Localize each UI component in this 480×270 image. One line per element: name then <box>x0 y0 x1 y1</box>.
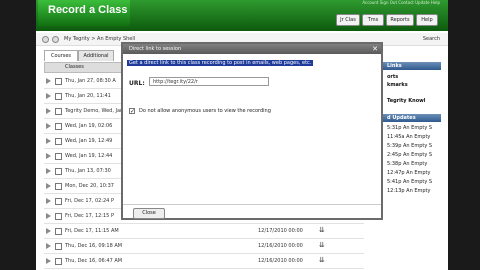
play-icon[interactable] <box>46 228 51 234</box>
back-icon[interactable] <box>42 36 49 43</box>
play-icon[interactable] <box>46 243 51 249</box>
nav-button-tms[interactable]: Tms <box>362 14 384 26</box>
play-icon[interactable] <box>46 183 51 189</box>
column-header-classes[interactable]: Classes <box>65 64 84 70</box>
links-header: Links <box>383 62 441 70</box>
sidebar-link-knowledge[interactable]: Tegrity Knowl <box>387 98 426 104</box>
forward-icon[interactable] <box>52 36 59 43</box>
row-checkbox[interactable] <box>55 168 62 175</box>
anonymous-checkbox-label: Do not allow anonymous users to view the… <box>139 108 271 114</box>
class-date: 12/16/2010 00:00 <box>258 243 303 249</box>
update-item[interactable]: 5:38p An Empty <box>387 161 427 167</box>
class-title[interactable]: Mon, Dec 20, 10:37 <box>65 183 114 189</box>
nav-button-reports[interactable]: Reports <box>386 14 414 26</box>
row-checkbox[interactable] <box>55 228 62 235</box>
dialog-title: Direct link to session <box>123 44 381 54</box>
update-item[interactable]: 5:41p An Empty S <box>387 179 432 185</box>
nav-button-help[interactable]: Help <box>416 14 438 26</box>
play-icon[interactable] <box>46 198 51 204</box>
sidebar-link-reports[interactable]: orts <box>387 74 398 80</box>
row-checkbox[interactable] <box>55 243 62 250</box>
url-label: URL: <box>129 80 145 87</box>
url-field[interactable]: http://tegr.ity/22/r <box>149 77 269 86</box>
row-checkbox[interactable] <box>55 93 62 100</box>
table-row[interactable]: Thu, Dec 16, 06:47 AM 12/16/2010 00:00 ⇊ <box>44 255 364 269</box>
close-icon[interactable]: ✕ <box>372 44 378 54</box>
class-title[interactable]: Thu, Jan 27, 08:30 A <box>65 78 116 84</box>
play-icon[interactable] <box>46 258 51 264</box>
download-icon[interactable]: ⇊ <box>319 226 325 234</box>
logo-text: Record a Class <box>48 4 128 16</box>
play-icon[interactable] <box>46 78 51 84</box>
play-icon[interactable] <box>46 93 51 99</box>
class-date: 12/17/2010 00:00 <box>258 228 303 234</box>
update-item[interactable]: 5:31p An Empty S <box>387 125 432 131</box>
play-icon[interactable] <box>46 153 51 159</box>
play-icon[interactable] <box>46 138 51 144</box>
class-title[interactable]: Thu, Jan 13, 07:30 <box>65 168 111 174</box>
update-item[interactable]: 11:45a An Empty <box>387 134 430 140</box>
table-row[interactable]: Thu, Dec 16, 09:18 AM 12/16/2010 00:00 ⇊ <box>44 240 364 254</box>
updates-header: d Updates <box>383 114 441 122</box>
play-icon[interactable] <box>46 168 51 174</box>
dialog-description: Get a direct link to this class recordin… <box>127 60 314 66</box>
sidebar-link-bookmarks[interactable]: kmarks <box>387 82 408 88</box>
row-checkbox[interactable] <box>55 183 62 190</box>
anonymous-checkbox[interactable]: ✓ <box>129 108 135 115</box>
tab-additional[interactable]: Additional <box>78 50 114 61</box>
play-icon[interactable] <box>46 123 51 129</box>
play-icon[interactable] <box>46 108 51 114</box>
class-title[interactable]: Thu, Dec 16, 09:18 AM <box>65 243 122 249</box>
row-checkbox[interactable] <box>55 108 62 115</box>
update-item[interactable]: 12:47p An Empty <box>387 170 430 176</box>
row-checkbox[interactable] <box>55 213 62 220</box>
account-links[interactable]: Account Sign Out Contact Update Help <box>362 0 440 5</box>
row-checkbox[interactable] <box>55 123 62 130</box>
download-icon[interactable]: ⇊ <box>319 256 325 264</box>
class-title[interactable]: Fri, Dec 17, 02:24 P <box>65 198 114 204</box>
update-item[interactable]: 12:13p An Empty <box>387 188 430 194</box>
header: Record a Class Account Sign Out Contact … <box>36 0 448 31</box>
direct-link-dialog: Direct link to session ✕ Get a direct li… <box>121 42 383 220</box>
update-item[interactable]: 5:39p An Empty S <box>387 143 432 149</box>
class-title[interactable]: Thu, Dec 16, 06:47 AM <box>65 258 122 264</box>
class-date: 12/16/2010 00:00 <box>258 258 303 264</box>
nav-button-class[interactable]: Jr Clas <box>336 14 360 26</box>
class-title[interactable]: Fri, Dec 17, 12:15 P <box>65 213 114 219</box>
close-button[interactable]: Close <box>133 208 165 219</box>
app-window: Record a Class Account Sign Out Contact … <box>36 0 448 270</box>
update-item[interactable]: 2:45p An Empty S <box>387 152 432 158</box>
row-checkbox[interactable] <box>55 198 62 205</box>
class-title[interactable]: Fri, Dec 17, 11:15 AM <box>65 228 119 234</box>
row-checkbox[interactable] <box>55 153 62 160</box>
logo[interactable]: Record a Class <box>38 0 130 26</box>
row-checkbox[interactable] <box>55 258 62 265</box>
play-icon[interactable] <box>46 213 51 219</box>
right-sidebar: Links orts kmarks Tegrity Knowl d Update… <box>383 62 441 262</box>
class-title[interactable]: Wed, Jan 19, 12:49 <box>65 138 112 144</box>
class-title[interactable]: Wed, Jan 19, 12:44 <box>65 153 112 159</box>
dialog-divider <box>123 204 381 205</box>
tab-courses[interactable]: Courses <box>44 50 78 61</box>
download-icon[interactable]: ⇊ <box>319 241 325 249</box>
row-checkbox[interactable] <box>55 78 62 85</box>
table-row[interactable]: Fri, Dec 17, 11:15 AM 12/17/2010 00:00 ⇊ <box>44 225 364 239</box>
class-title[interactable]: Thu, Jan 20, 11:41 <box>65 93 111 99</box>
search-link[interactable]: Search <box>423 36 440 42</box>
row-checkbox[interactable] <box>55 138 62 145</box>
class-title[interactable]: Wed, Jan 19, 02:06 <box>65 123 112 129</box>
